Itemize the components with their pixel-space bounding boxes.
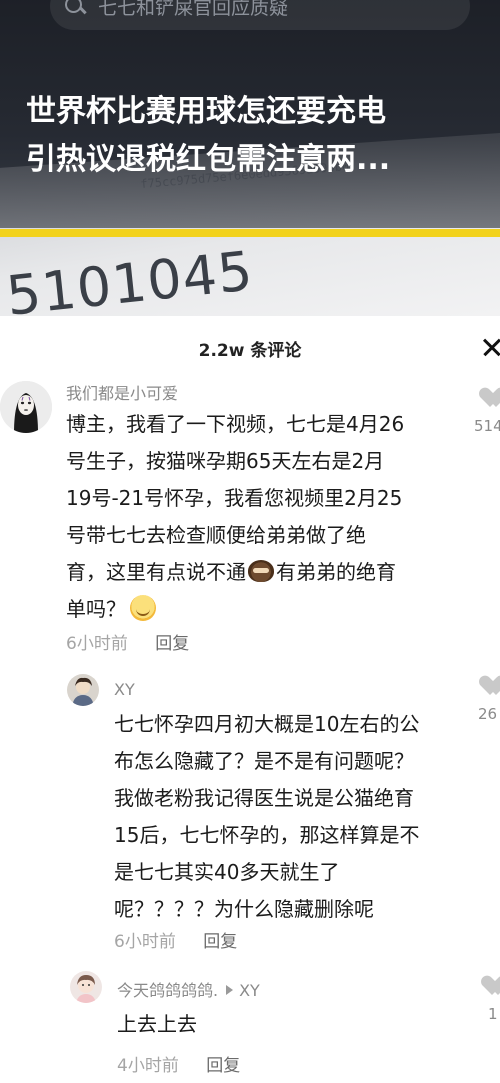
reply-to-username[interactable]: XY — [239, 981, 260, 1000]
video-headline: 世界杯比赛用球怎还要充电 引热议退税红包需注意两... — [26, 88, 486, 184]
headline-line-2: 引热议退税红包需注意两... — [26, 142, 391, 177]
search-icon[interactable] — [64, 0, 86, 17]
comment-text: 七七怀孕四月初大概是10左右的公 布怎么隐藏了？是不是有问题呢？ 我做老粉我记得… — [114, 712, 420, 921]
comment-time: 6小时前 — [114, 932, 176, 952]
comment-username[interactable]: 我们都是小可爱 — [66, 380, 178, 404]
like-count: 1 — [488, 1005, 498, 1023]
comment-text: 上去上去 — [117, 1012, 197, 1036]
yellow-divider — [0, 229, 500, 237]
reply-username[interactable]: 今天鸽鸽鸽鸽. — [117, 981, 218, 1000]
avatar[interactable] — [67, 674, 99, 706]
reply-button[interactable]: 回复 — [206, 1056, 240, 1076]
comment-count-title: 2.2w 条评论 — [198, 341, 302, 361]
close-icon[interactable] — [481, 335, 500, 359]
video-preview[interactable]: f75cc975d75ef6e0edd9569a990b0 5101045 七七… — [0, 0, 500, 316]
comment-username[interactable]: XY — [114, 680, 135, 699]
comment-meta: 6小时前 回复 — [66, 629, 189, 654]
user-avatar-icon — [67, 674, 99, 706]
search-query[interactable]: 七七和铲屎官回应质疑 — [98, 0, 288, 20]
like-count: 514 — [474, 417, 500, 435]
comments-header: 2.2w 条评论 — [0, 316, 500, 376]
cat-emoji-icon — [248, 560, 274, 582]
pleading-emoji-icon — [130, 595, 156, 621]
reply-button[interactable]: 回复 — [155, 634, 189, 654]
comments-sheet: 2.2w 条评论 我们都是小可爱 博主，我看了一下视频，七七是4月26 号生子，… — [0, 316, 500, 1083]
comment-text: 博主，我看了一下视频，七七是4月26 号生子，按猫咪孕期65天左右是2月 19号… — [66, 412, 405, 621]
search-bar[interactable]: 七七和铲屎官回应质疑 — [50, 0, 470, 30]
avatar[interactable] — [0, 381, 52, 433]
comment-time: 6小时前 — [66, 634, 128, 654]
no-face-avatar-icon — [0, 381, 52, 433]
heart-icon[interactable] — [486, 976, 500, 996]
headline-line-1: 世界杯比赛用球怎还要充电 — [26, 94, 386, 129]
comment-meta: 6小时前 回复 — [114, 927, 237, 952]
comment-username: 今天鸽鸽鸽鸽. XY — [117, 977, 260, 1001]
like-count: 26 — [478, 705, 498, 723]
heart-icon[interactable] — [484, 388, 500, 408]
user-avatar-icon — [70, 971, 102, 1003]
avatar[interactable] — [70, 971, 102, 1003]
reply-arrow-icon — [226, 985, 234, 995]
comment-time: 4小时前 — [117, 1056, 179, 1076]
reply-button[interactable]: 回复 — [203, 932, 237, 952]
comment-meta: 4小时前 回复 — [117, 1051, 240, 1076]
heart-icon[interactable] — [484, 676, 500, 696]
